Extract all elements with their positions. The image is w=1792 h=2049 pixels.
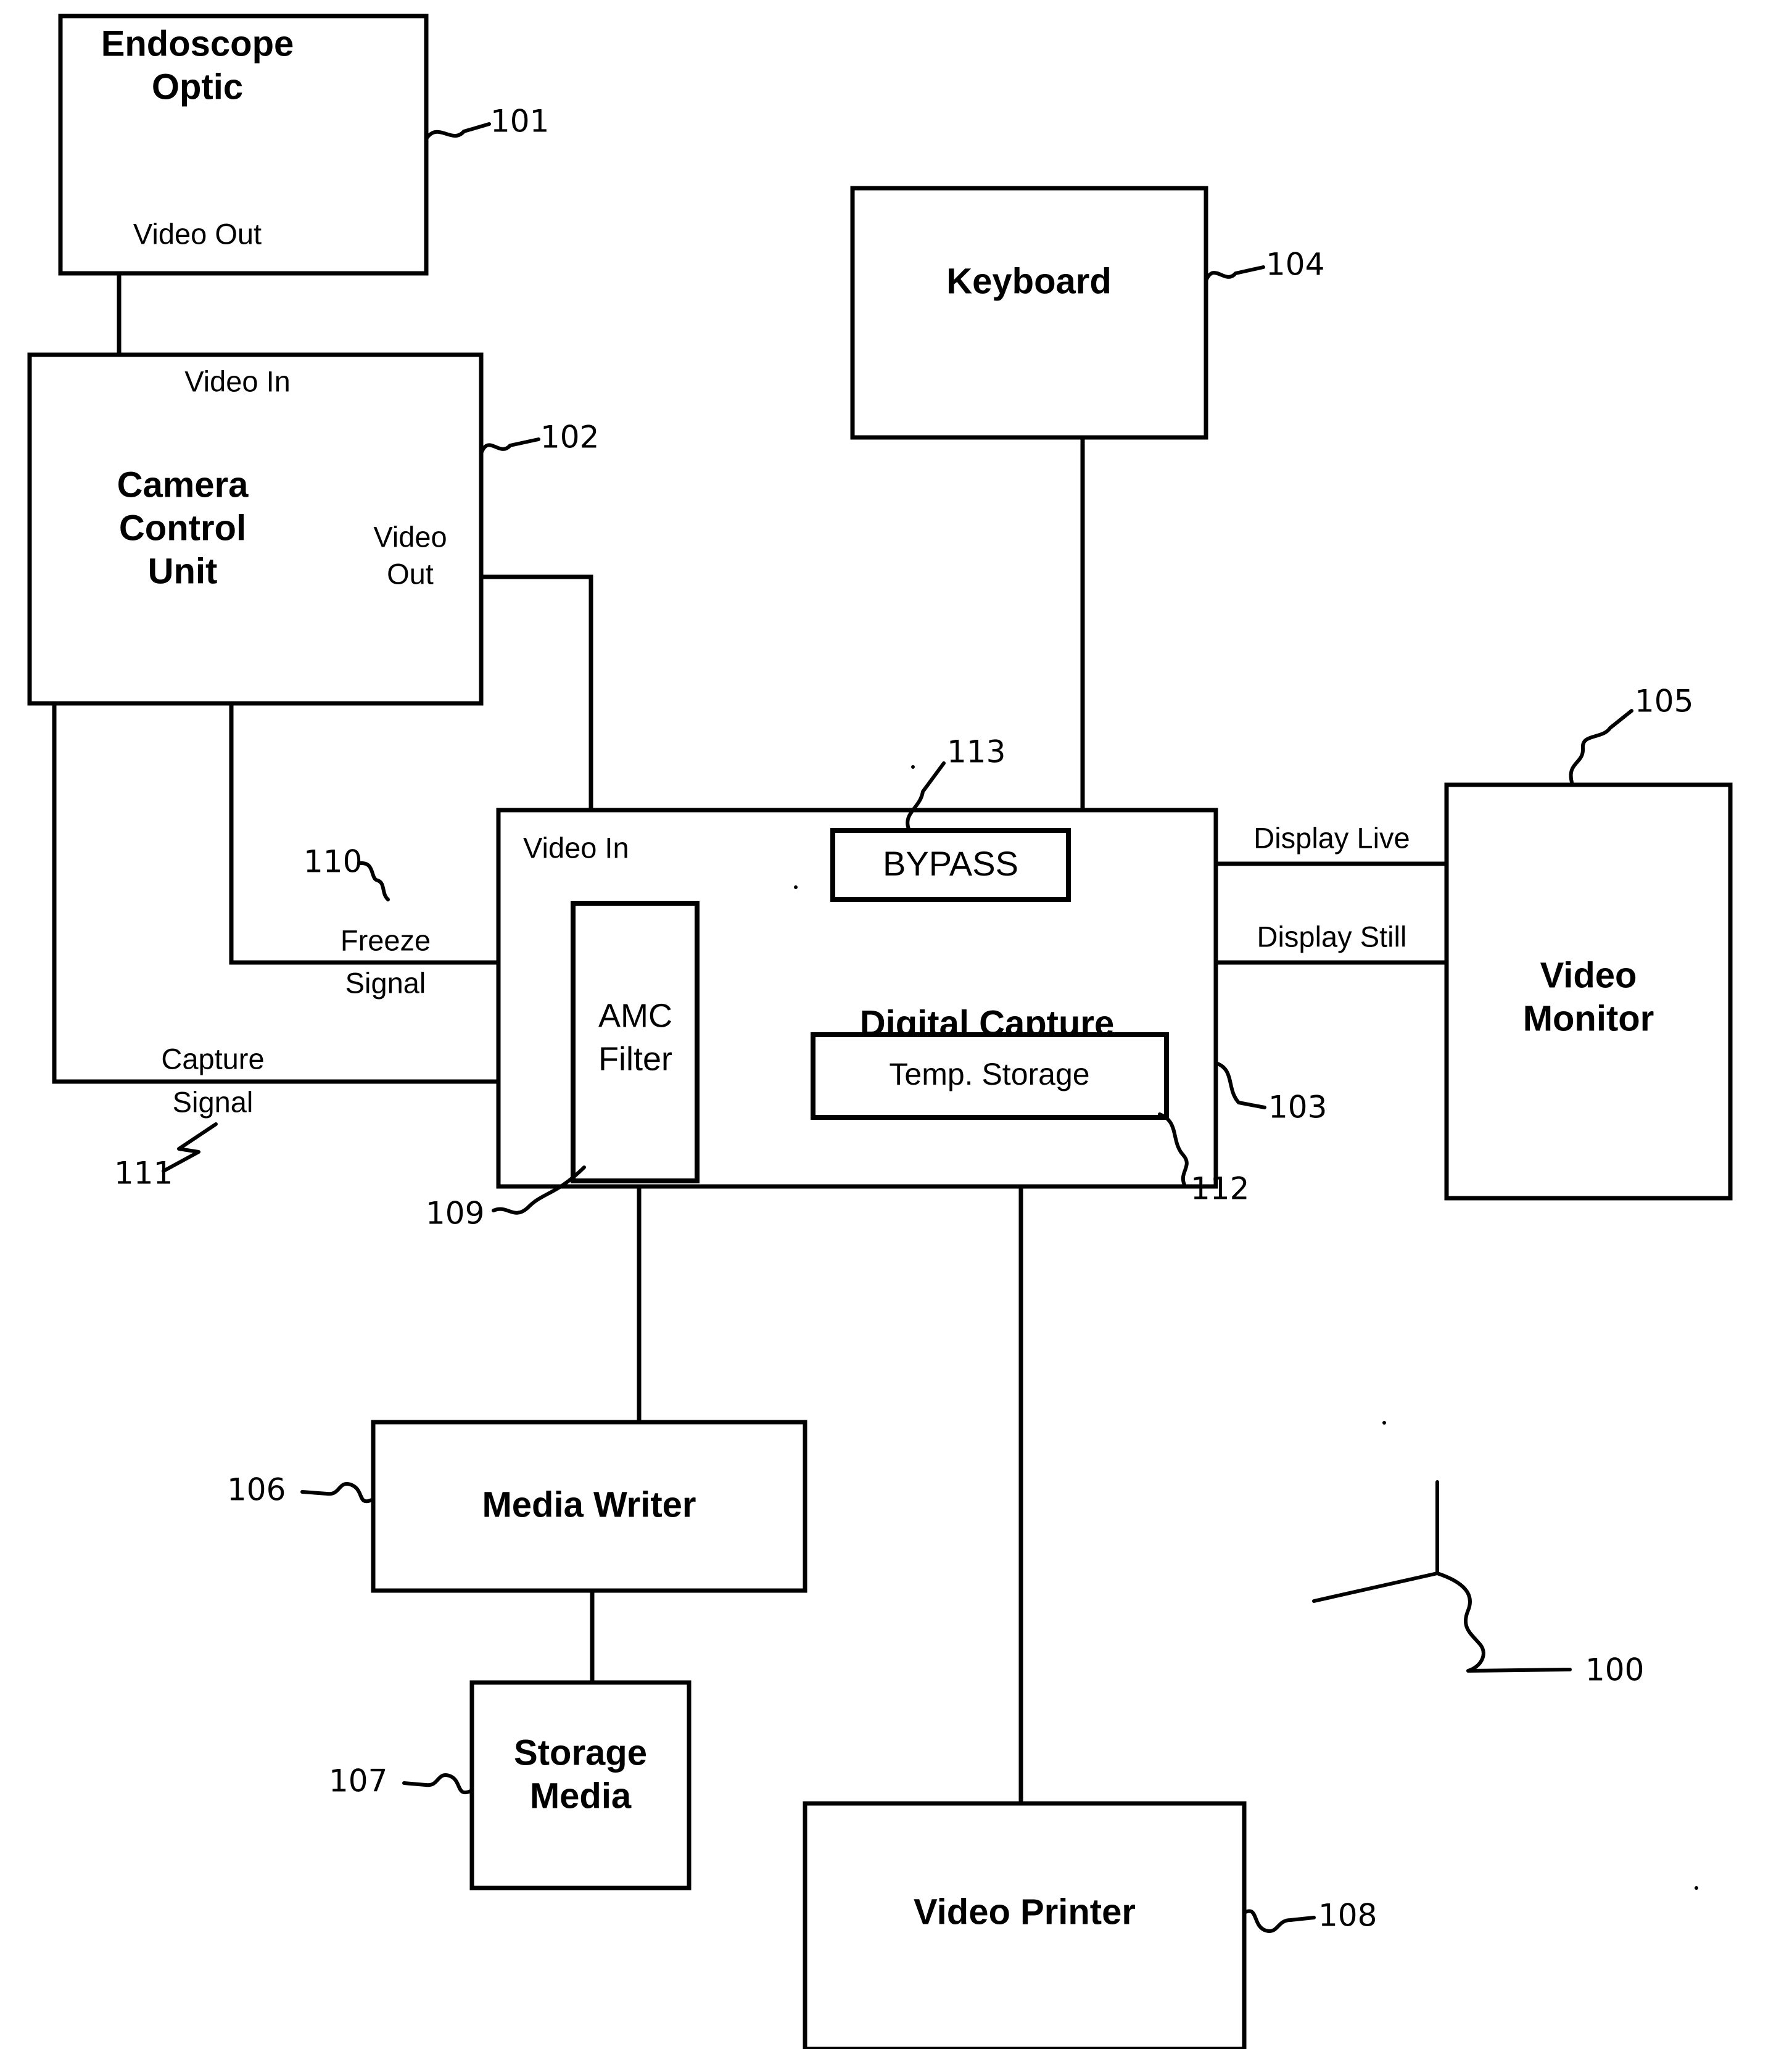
storage-media-title-line2: Media — [530, 1776, 632, 1816]
scan-speck-3 — [1382, 1421, 1386, 1425]
keyboard-title: Keyboard — [946, 261, 1112, 301]
amc-filter-label-line1: AMC — [598, 997, 672, 1034]
ccu-title-line3: Unit — [148, 551, 218, 591]
leader-102 — [479, 437, 540, 455]
ccu-port-video-out-line2: Out — [387, 557, 434, 590]
leader-103 — [1214, 1061, 1266, 1109]
ref-107: 107 — [329, 1763, 387, 1799]
video-monitor-title-line1: Video — [1540, 955, 1637, 995]
leader-100-stem-left — [1312, 1571, 1439, 1603]
ref-111: 111 — [114, 1156, 173, 1191]
endoscope-optic-title-line1: Endoscope — [101, 23, 294, 64]
ccu-port-video-out-line1: Video — [373, 520, 447, 553]
ref-105: 105 — [1635, 684, 1693, 719]
bypass-label: BYPASS — [883, 844, 1018, 883]
ccu-title-line1: Camera — [117, 465, 249, 505]
storage-media-title-line1: Storage — [514, 1732, 647, 1773]
capture-signal-label-line1: Capture — [161, 1042, 264, 1075]
ref-109: 109 — [426, 1196, 484, 1231]
wire-capture-signal — [52, 703, 498, 1084]
ccu-port-video-in: Video In — [184, 365, 291, 397]
ref-110: 110 — [303, 844, 362, 880]
leader-107 — [402, 1773, 474, 1795]
figure-canvas: Endoscope Optic Video Out 101 Video In C… — [27, 14, 1733, 2049]
media-writer-title: Media Writer — [482, 1484, 696, 1525]
ref-106: 106 — [227, 1472, 286, 1508]
leader-100-squiggle — [1435, 1571, 1572, 1673]
endoscope-optic-port-video-out: Video Out — [133, 217, 262, 250]
scan-speck-4 — [1695, 1886, 1698, 1890]
amc-filter-label-line2: Filter — [598, 1040, 672, 1077]
ref-112: 112 — [1191, 1171, 1249, 1207]
patent-figure: Endoscope Optic Video Out 101 Video In C… — [0, 0, 1792, 2049]
ref-113: 113 — [947, 734, 1005, 770]
ref-103: 103 — [1268, 1090, 1327, 1125]
block-keyboard — [850, 186, 1208, 440]
display-still-label: Display Still — [1257, 920, 1407, 953]
display-live-label: Display Live — [1253, 821, 1410, 854]
temp-storage-label: Temp. Storage — [889, 1057, 1089, 1091]
scan-speck-2 — [911, 765, 915, 769]
ref-102: 102 — [540, 420, 599, 455]
wire-ccu-videoout-to-dcu — [481, 574, 593, 810]
leader-106 — [300, 1482, 375, 1504]
ref-104: 104 — [1266, 247, 1324, 283]
leader-110 — [359, 861, 390, 901]
scan-speck-1 — [794, 885, 798, 889]
video-monitor-title-line2: Monitor — [1523, 998, 1654, 1038]
leader-108 — [1242, 1909, 1316, 1933]
ccu-title-line2: Control — [119, 508, 246, 548]
leader-101 — [424, 122, 491, 141]
ref-100: 100 — [1585, 1652, 1644, 1688]
capture-signal-label-line2: Signal — [173, 1085, 254, 1118]
dcu-port-video-in: Video In — [523, 831, 629, 864]
ref-101: 101 — [490, 104, 549, 139]
freeze-signal-label-line2: Signal — [345, 966, 426, 999]
ref-108: 108 — [1318, 1898, 1377, 1934]
leader-105 — [1569, 709, 1633, 784]
endoscope-optic-title-line2: Optic — [152, 67, 243, 107]
video-printer-title: Video Printer — [914, 1892, 1136, 1932]
freeze-signal-label-line1: Freeze — [341, 924, 431, 956]
leader-104 — [1204, 265, 1265, 283]
